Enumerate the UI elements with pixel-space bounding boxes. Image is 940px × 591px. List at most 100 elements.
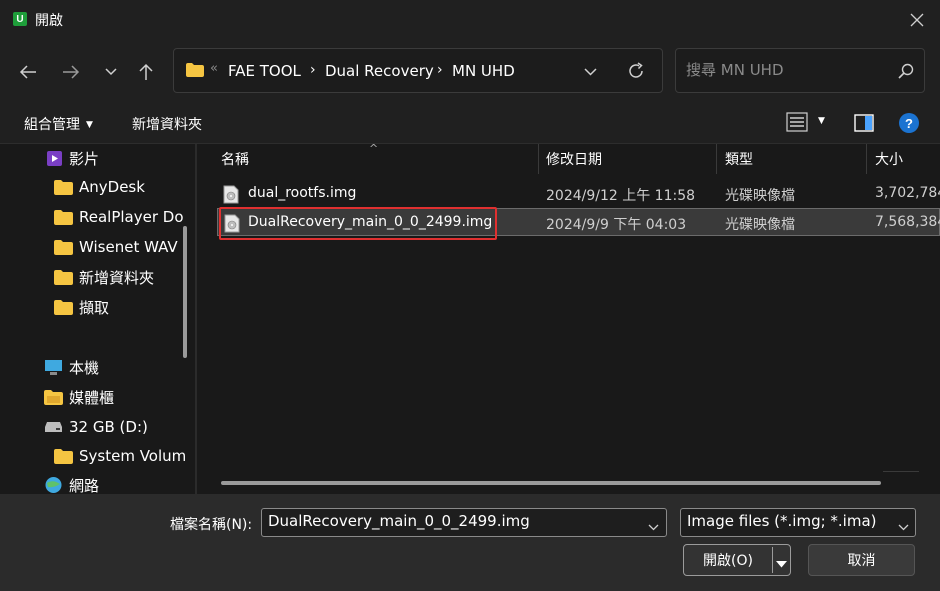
search-box [675,48,925,93]
column-divider[interactable] [716,144,717,174]
organize-button[interactable]: 組合管理 ▼ [24,114,93,134]
organize-label: 組合管理 [24,117,80,133]
search-input[interactable] [686,61,886,79]
file-name: dual_rootfs.img [248,185,357,201]
folder-icon [54,448,73,464]
navigation-pane: 影片 AnyDesk RealPlayer Do Wisenet WAV 新增資… [0,144,195,494]
column-divider[interactable] [866,144,867,174]
sidebar-item-label: 擷取 [79,298,110,317]
column-header-size[interactable]: 大小 [875,144,903,174]
computer-icon [44,359,63,376]
caret-down-icon[interactable]: ▼ [818,116,825,126]
column-divider[interactable] [538,144,539,174]
preview-pane-icon [854,114,874,132]
arrow-up-icon [139,63,153,80]
file-type: 光碟映像檔 [725,188,795,204]
column-header-date[interactable]: 修改日期 [546,144,602,174]
file-type-dropdown-button[interactable] [898,519,909,535]
folder-icon [54,269,73,285]
sidebar-item-network[interactable]: 網路 [44,471,99,494]
sidebar-item-label: AnyDesk [79,178,145,196]
library-icon [44,389,63,405]
view-options-button[interactable] [786,112,808,136]
refresh-icon [629,62,643,78]
back-button[interactable] [14,58,42,86]
sidebar-item-drive-d[interactable]: 32 GB (D:) [44,413,148,441]
disc-image-file-icon [223,185,239,208]
sidebar-item-anydesk[interactable]: AnyDesk [54,173,145,201]
column-header-type[interactable]: 類型 [725,144,753,174]
folder-icon [54,239,73,255]
horizontal-scrollbar[interactable] [221,481,881,485]
sidebar-item-new-folder[interactable]: 新增資料夾 [54,263,154,291]
sidebar-item-label: 本機 [69,358,100,377]
file-list: ^ 名稱 修改日期 類型 大小 dual_rootfs.img 2024/9/1… [197,144,940,494]
title-bar: U 開啟 [0,0,940,40]
chevron-down-icon [105,68,117,76]
file-size: 7,568,384 [875,214,940,230]
sidebar-item-libraries[interactable]: 媒體櫃 [44,383,114,411]
filename-input[interactable]: DualRecovery_main_0_0_2499.img [261,508,667,537]
highlight-annotation [219,207,497,240]
chevron-right-icon[interactable]: › [310,62,316,78]
preview-pane-button[interactable] [854,114,874,136]
new-folder-button[interactable]: 新增資料夾 [132,114,202,134]
video-icon [46,150,63,167]
search-icon[interactable] [898,63,914,83]
address-dropdown-button[interactable] [584,64,597,80]
refresh-button[interactable] [626,61,646,85]
command-bar: 組合管理 ▼ 新增資料夾 ▼ ? [0,102,940,144]
footer-panel: 檔案名稱(N): DualRecovery_main_0_0_2499.img … [0,494,940,591]
network-icon [44,476,63,494]
filename-dropdown-button[interactable] [648,519,659,535]
close-button[interactable] [894,0,940,40]
cancel-button[interactable]: 取消 [808,544,915,576]
recent-locations-button[interactable] [97,58,125,86]
sidebar-item-capture[interactable]: 擷取 [54,293,109,321]
caret-down-icon [776,561,787,568]
window-title: 開啟 [35,13,63,29]
sidebar-item-label: 媒體櫃 [69,388,115,407]
help-button[interactable]: ? [899,113,919,133]
chevron-right-icon[interactable]: › [437,62,443,78]
sidebar-item-wisenet[interactable]: Wisenet WAV [54,233,178,261]
arrow-right-icon [63,65,80,79]
up-button[interactable] [132,58,160,86]
sidebar-item-videos[interactable]: 影片 [46,144,99,172]
split-divider [772,547,773,573]
column-header-name[interactable]: 名稱 [221,144,249,174]
sidebar-item-label: Wisenet WAV [79,238,178,256]
app-icon: U [13,12,27,26]
sidebar-scrollbar[interactable] [183,226,187,358]
breadcrumb-mn-uhd[interactable]: MN UHD [452,62,515,80]
open-options-button[interactable] [776,556,787,572]
open-button[interactable]: 開啟(O) [683,544,791,576]
sidebar-item-realplayer[interactable]: RealPlayer Do [54,203,184,231]
sidebar-item-label: 32 GB (D:) [69,418,148,436]
breadcrumb-fae-tool[interactable]: FAE TOOL [228,62,301,80]
folder-icon [54,209,73,225]
close-icon [910,13,924,27]
chevron-double-left-icon[interactable]: « [210,61,218,76]
table-row[interactable]: dual_rootfs.img 2024/9/12 上午 11:58 光碟映像檔… [217,180,940,208]
sidebar-item-label: 影片 [69,149,100,168]
file-type-select[interactable]: Image files (*.img; *.ima) [680,508,916,537]
file-size: 3,702,784 [875,185,940,201]
file-date: 2024/9/12 上午 11:58 [546,188,696,204]
sidebar-item-this-pc[interactable]: 本機 [44,353,99,381]
sidebar-item-label: System Volum [79,447,187,465]
sidebar-item-system-volume[interactable]: System Volum [54,442,186,470]
arrow-left-icon [19,65,36,79]
sidebar-item-label: 網路 [69,476,100,495]
address-bar[interactable]: « FAE TOOL › Dual Recovery › MN UHD [173,48,663,93]
folder-icon [54,299,73,315]
file-type: 光碟映像檔 [725,217,795,233]
drive-icon [44,421,63,433]
list-view-icon [786,112,808,132]
breadcrumb-dual-recovery[interactable]: Dual Recovery [325,62,434,80]
open-button-label[interactable]: 開啟(O) [684,545,772,575]
sidebar-item-label: 新增資料夾 [79,268,155,287]
folder-icon [186,63,204,81]
navigation-bar: « FAE TOOL › Dual Recovery › MN UHD [0,40,940,102]
forward-button[interactable] [57,58,85,86]
